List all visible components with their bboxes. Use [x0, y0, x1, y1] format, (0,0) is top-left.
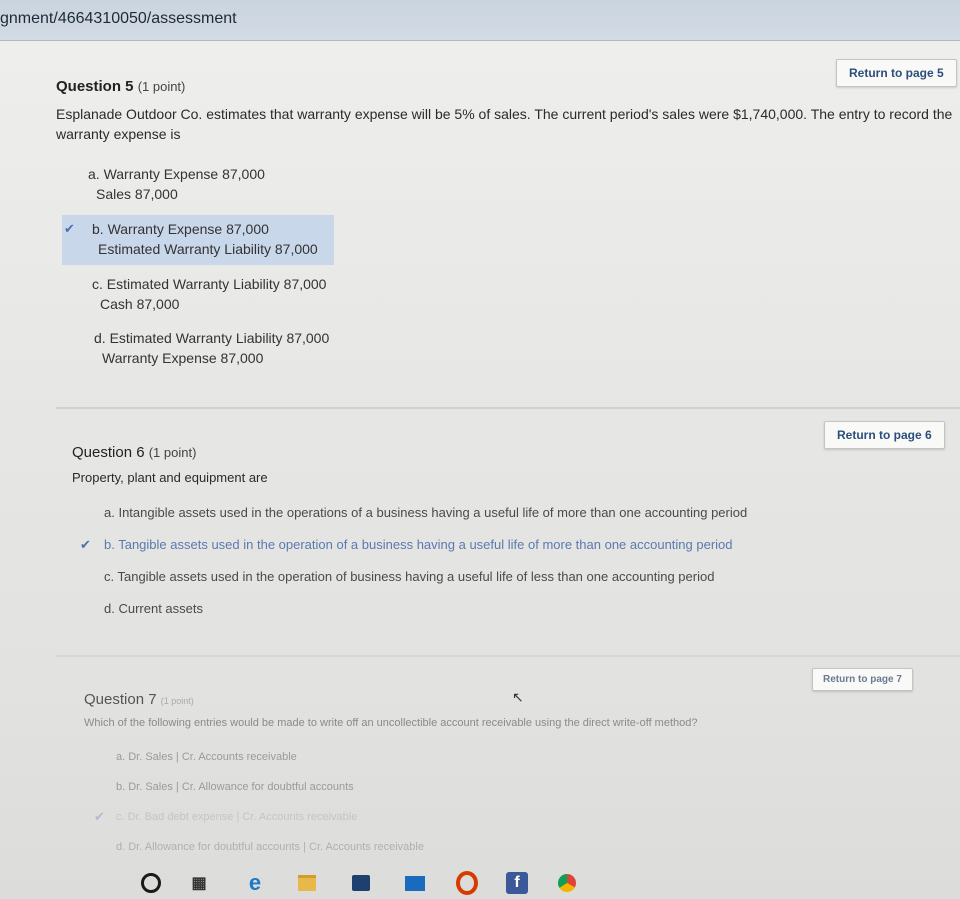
q5-option-c-line1: c. Estimated Warranty Liability 87,000 [92, 276, 327, 292]
q5-option-d[interactable]: d. Estimated Warranty Liability 87,000 W… [94, 328, 329, 368]
question-5-text: Esplanade Outdoor Co. estimates that war… [56, 106, 953, 142]
q5-option-a-line1: a. Warranty Expense 87,000 [88, 166, 265, 182]
store-icon[interactable] [350, 872, 372, 894]
question-5-title: Question 5 (1 point) [56, 78, 185, 95]
q6-option-b[interactable]: ✔ b. Tangible assets used in the operati… [80, 535, 733, 555]
selected-check-icon: ✔ [94, 809, 105, 824]
browser-address-bar[interactable]: gnment/4664310050/assessment [0, 0, 960, 41]
q6-option-c[interactable]: c. Tangible assets used in the operation… [104, 567, 714, 587]
q7-option-b[interactable]: b. Dr. Sales | Cr. Allowance for doubtfu… [116, 777, 354, 797]
q7-option-d[interactable]: d. Dr. Allowance for doubtful accounts |… [116, 837, 424, 857]
question-7-label: Question 7 [84, 691, 157, 708]
task-view-icon[interactable]: ▦ [188, 872, 210, 894]
return-to-page-7-button[interactable]: Return to page 7 [812, 668, 913, 691]
return-to-page-5-button[interactable]: Return to page 5 [836, 59, 957, 87]
q5-option-a-line2: Sales 87,000 [96, 186, 178, 202]
mouse-cursor-icon: ↖ [512, 689, 524, 705]
office-icon[interactable] [456, 871, 478, 895]
question-5-label: Question 5 [56, 78, 134, 95]
q6-option-a[interactable]: a. Intangible assets used in the operati… [104, 503, 747, 523]
assessment-page: Return to page 5 Question 5 (1 point) Es… [0, 41, 960, 899]
question-6-label: Question 6 [72, 444, 145, 461]
file-explorer-icon[interactable] [296, 872, 318, 894]
question-5-points: (1 point) [137, 79, 186, 94]
q5-option-b[interactable]: ✔ b. Warranty Expense 87,000 Estimated W… [62, 215, 334, 265]
q5-option-a[interactable]: a. Warranty Expense 87,000 Sales 87,000 [88, 164, 265, 204]
q5-option-c[interactable]: c. Estimated Warranty Liability 87,000 C… [92, 274, 326, 314]
windows-taskbar: ▦ e f [0, 866, 960, 899]
q7-option-c[interactable]: ✔ c. Dr. Bad debt expense | Cr. Accounts… [94, 807, 358, 827]
facebook-icon[interactable]: f [506, 872, 528, 894]
selected-check-icon: ✔ [80, 537, 91, 552]
q5-option-d-line1: d. Estimated Warranty Liability 87,000 [94, 330, 330, 346]
question-6-title: Question 6 (1 point) [72, 444, 196, 461]
question-6-text: Property, plant and equipment are [72, 470, 268, 485]
question-divider [56, 407, 960, 409]
chrome-icon[interactable] [556, 872, 578, 894]
edge-icon[interactable]: e [244, 870, 266, 895]
question-7-points: (1 point) [160, 696, 194, 706]
q7-option-a[interactable]: a. Dr. Sales | Cr. Accounts receivable [116, 747, 297, 767]
return-to-page-6-button[interactable]: Return to page 6 [824, 421, 945, 449]
search-circle-icon[interactable] [140, 872, 162, 894]
q5-option-b-line2: Estimated Warranty Liability 87,000 [98, 241, 318, 257]
url-text: gnment/4664310050/assessment [0, 10, 237, 27]
question-divider [56, 655, 960, 657]
q6-option-d[interactable]: d. Current assets [104, 599, 203, 619]
q7-option-c-text: c. Dr. Bad debt expense | Cr. Accounts r… [116, 811, 358, 823]
q5-option-b-line1: b. Warranty Expense 87,000 [92, 221, 269, 237]
q5-option-c-line2: Cash 87,000 [100, 296, 180, 312]
q6-option-b-text: b. Tangible assets used in the operation… [104, 537, 733, 552]
question-7-text: Which of the following entries would be … [84, 717, 698, 729]
selected-check-icon: ✔ [64, 221, 75, 236]
mail-icon[interactable] [404, 872, 426, 894]
q5-option-d-line2: Warranty Expense 87,000 [102, 350, 264, 366]
question-6-points: (1 point) [148, 445, 197, 460]
question-7-title: Question 7 (1 point) [84, 691, 194, 708]
